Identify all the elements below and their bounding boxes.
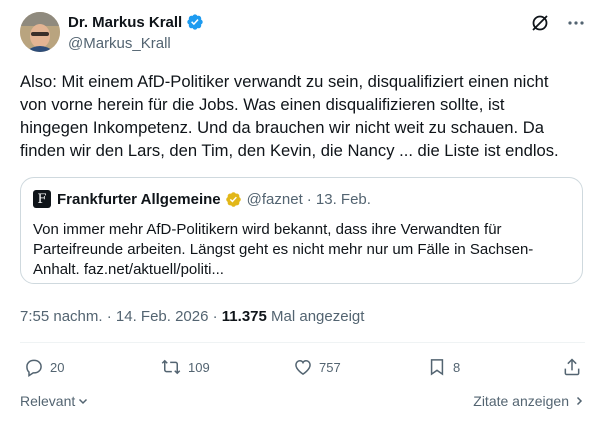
- tweet-timestamp[interactable]: 7:55 nachm. · 14. Feb. 2026 ·: [20, 308, 218, 325]
- tweet-text: Also: Mit einem AfD-Politiker verwandt z…: [20, 72, 559, 160]
- repost-button[interactable]: 109: [160, 357, 210, 377]
- view-quotes-label: Zitate anzeigen: [473, 393, 569, 409]
- author-display-name[interactable]: Dr. Markus Krall: [68, 14, 182, 31]
- divider: [20, 342, 585, 343]
- quoted-tweet-header: F Frankfurter Allgemeine @faznet · 13. F…: [33, 190, 371, 208]
- sort-dropdown[interactable]: Relevant: [20, 393, 89, 409]
- bookmark-count: 8: [453, 359, 461, 375]
- tweet-top-actions: [529, 12, 587, 34]
- quoted-author-name[interactable]: Frankfurter Allgemeine: [57, 191, 221, 208]
- chevron-right-icon: [576, 396, 583, 406]
- share-button[interactable]: [562, 357, 582, 377]
- verified-org-badge-icon: [225, 191, 241, 207]
- like-icon: [295, 359, 311, 375]
- view-quotes-link[interactable]: Zitate anzeigen: [473, 393, 585, 409]
- reply-count: 20: [50, 359, 65, 375]
- verified-badge-icon[interactable]: [186, 13, 204, 31]
- view-count: 11.375: [221, 308, 267, 325]
- bookmark-icon: [430, 359, 444, 376]
- more-icon[interactable]: [565, 12, 587, 34]
- quoted-tweet[interactable]: F Frankfurter Allgemeine @faznet · 13. F…: [20, 177, 583, 284]
- view-count-label: Mal angezeigt: [271, 308, 365, 325]
- repost-icon: [161, 359, 181, 375]
- bookmark-button[interactable]: 8: [427, 357, 460, 377]
- author-name-row: Dr. Markus Krall: [68, 13, 204, 31]
- quoted-tweet-date[interactable]: · 13. Feb.: [307, 191, 371, 208]
- faz-logo-icon: F: [33, 190, 51, 208]
- chevron-down-icon: [79, 398, 88, 405]
- avatar[interactable]: [20, 12, 60, 52]
- sort-label: Relevant: [20, 393, 76, 409]
- grok-icon[interactable]: [529, 12, 551, 34]
- like-button[interactable]: 757: [293, 357, 341, 377]
- share-icon: [564, 358, 580, 376]
- reply-icon: [26, 359, 42, 377]
- repost-count: 109: [188, 359, 210, 375]
- reply-button[interactable]: 20: [24, 357, 64, 377]
- quoted-author-handle[interactable]: @faznet: [247, 191, 303, 208]
- avatar-image: [20, 12, 60, 52]
- author-handle[interactable]: @Markus_Krall: [68, 35, 171, 52]
- tweet-meta: 7:55 nachm. · 14. Feb. 2026 · 11.375 Mal…: [20, 308, 364, 325]
- like-count: 757: [319, 359, 341, 375]
- quoted-tweet-text: Von immer mehr AfD-Politikern wird bekan…: [33, 221, 534, 278]
- tweet-actions: 20 109 757 8: [20, 357, 585, 383]
